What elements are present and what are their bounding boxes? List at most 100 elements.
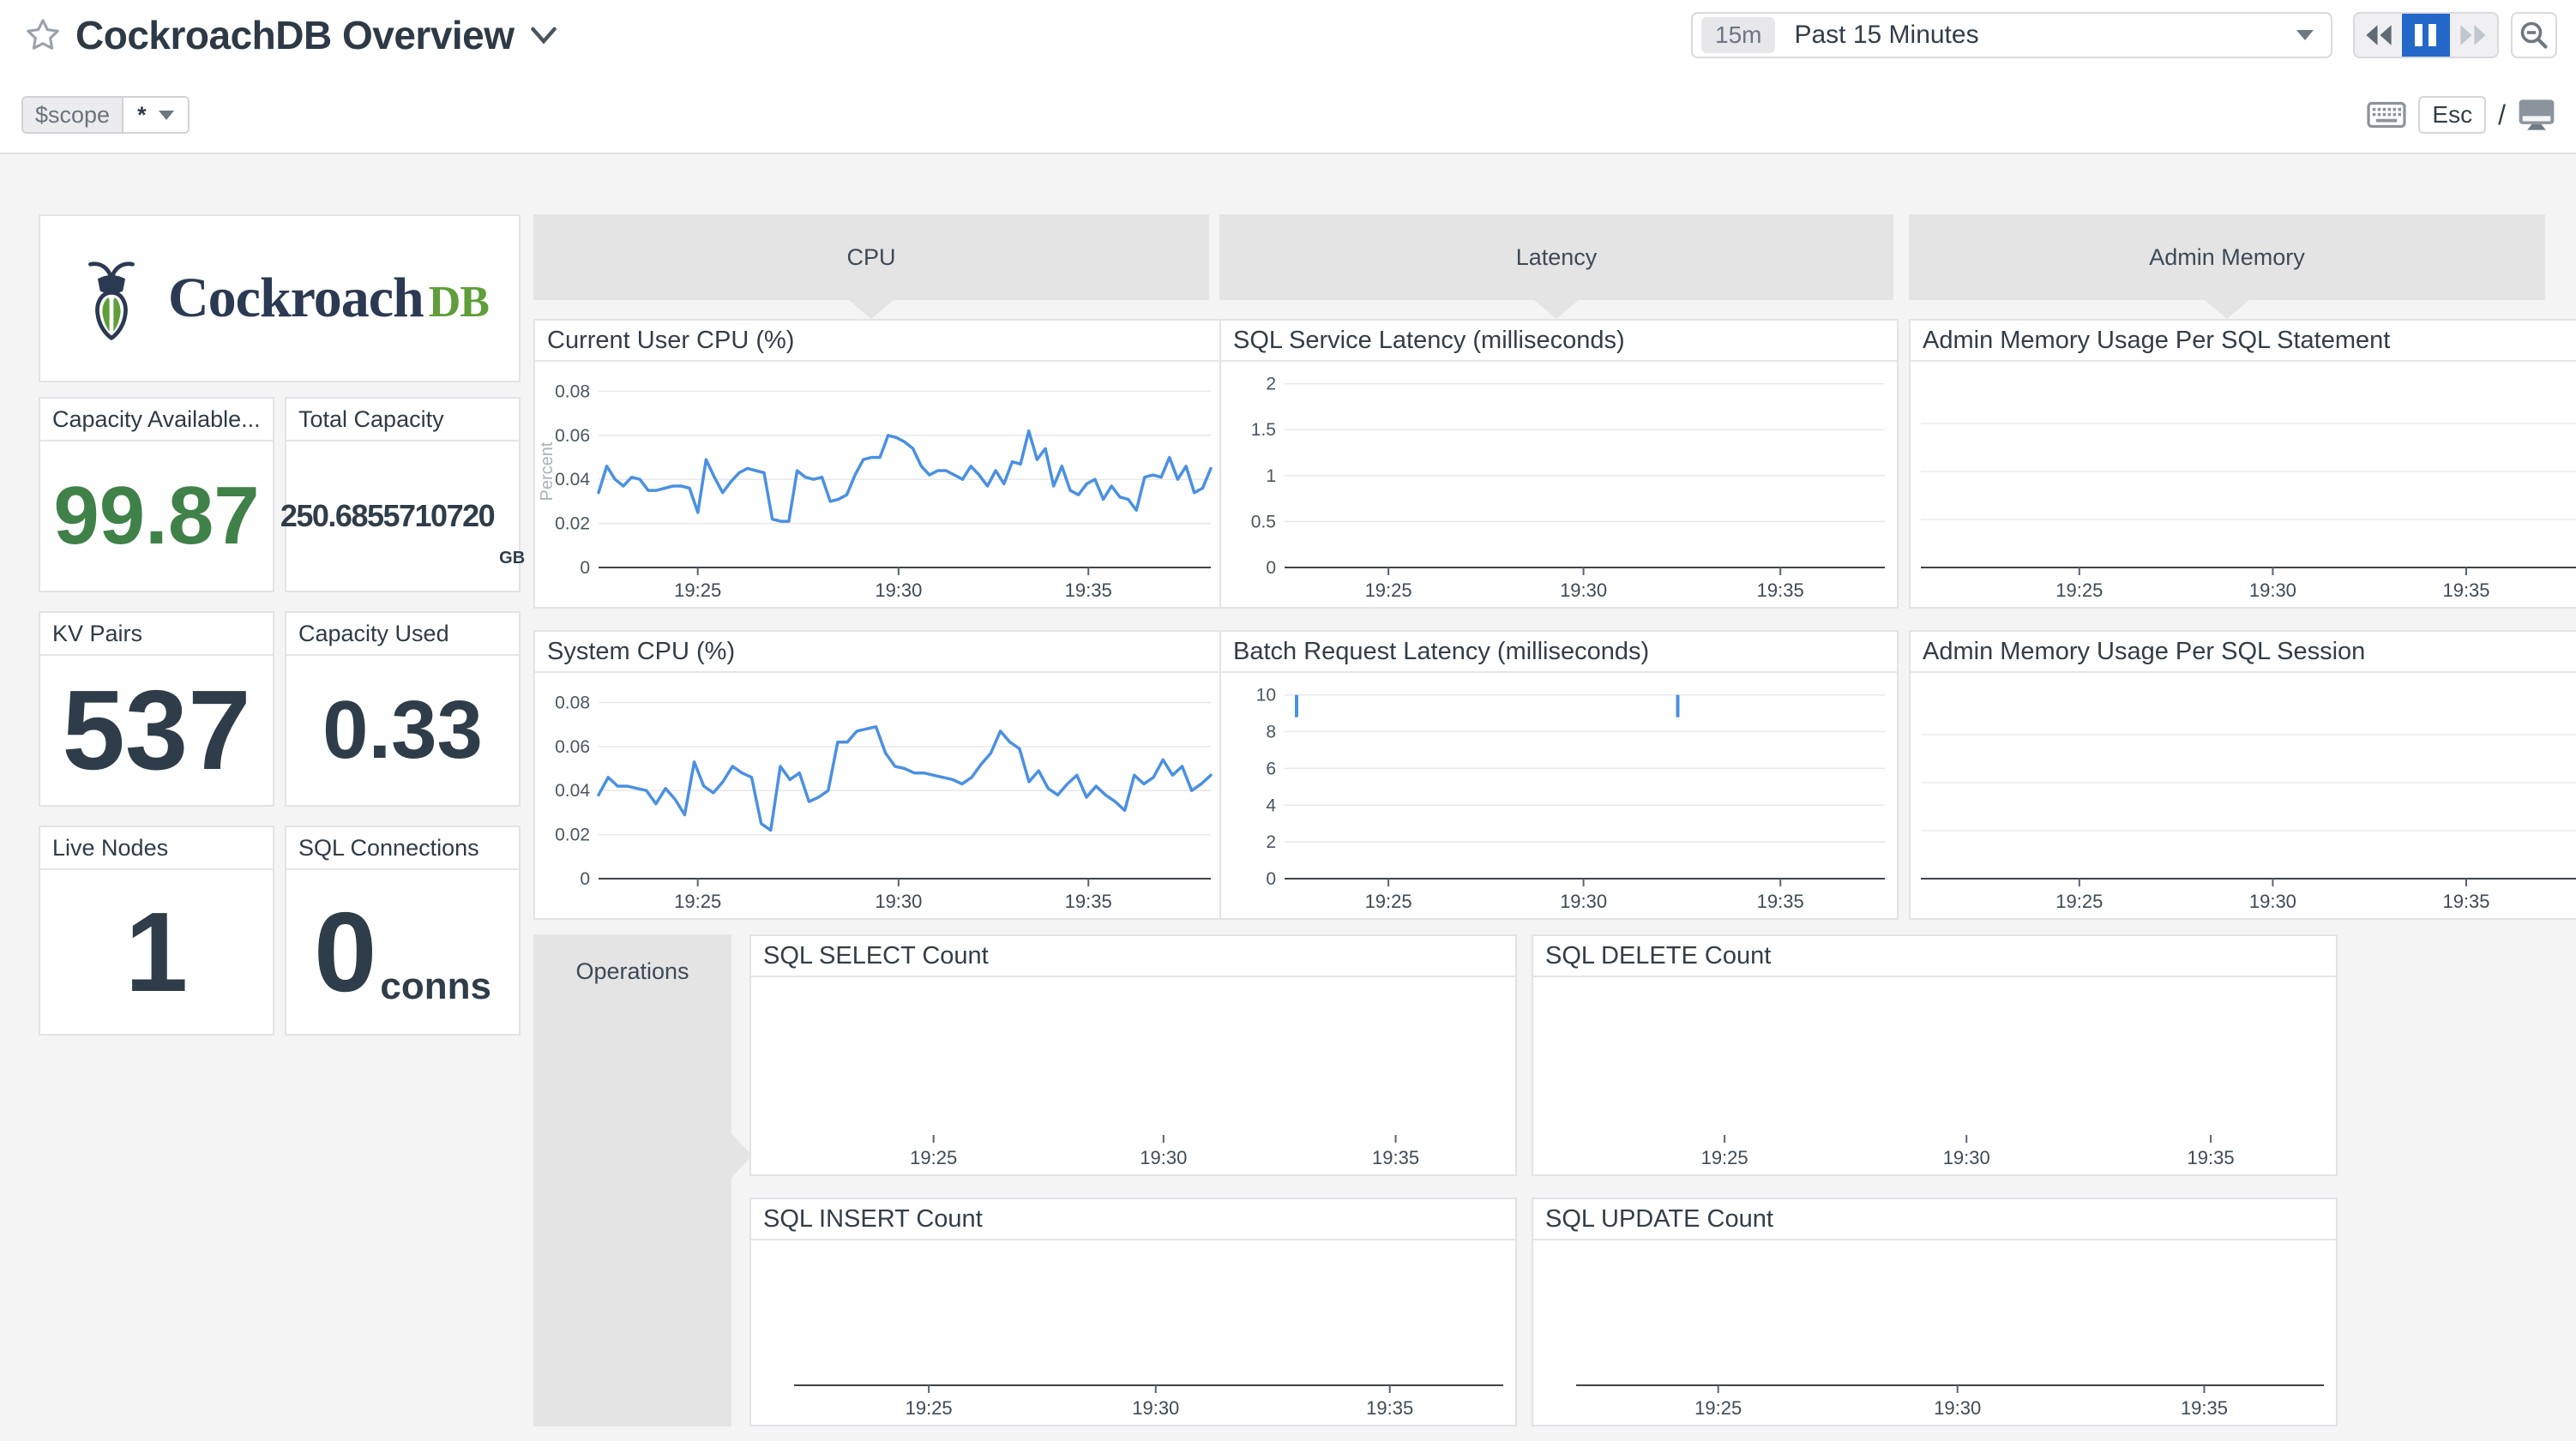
svg-text:1: 1: [1266, 466, 1276, 486]
chart-card-current-user-cpu: Current User CPU (%) 0 0.02 0.04 0.06 0.08 19…: [533, 319, 1225, 609]
stat-card-sql-connections: SQL Connections 0conns: [285, 826, 521, 1036]
svg-text:19:30: 19:30: [1934, 1397, 1981, 1419]
chart-card-batch-request-latency: Batch Request Latency (milliseconds) 024…: [1219, 630, 1899, 920]
svg-text:19:30: 19:30: [1132, 1397, 1179, 1419]
group-header-cpu[interactable]: CPU: [533, 214, 1209, 300]
template-variable-value: *: [137, 102, 147, 129]
chart-canvas-sql-insert-count[interactable]: 19:2519:3019:35: [751, 1240, 1515, 1425]
time-range-picker[interactable]: 15m Past 15 Minutes: [1691, 12, 2332, 58]
stat-label: SQL Connections: [286, 827, 519, 870]
pause-button[interactable]: [2402, 14, 2449, 57]
chart-canvas-batch-request-latency[interactable]: 024681019:2519:3019:35: [1221, 673, 1897, 918]
stat-value-sql-connections: 0: [314, 896, 376, 1009]
chart-canvas-sql-delete-count[interactable]: 19:2519:3019:35: [1533, 977, 2336, 1174]
pause-icon: [2415, 24, 2423, 46]
svg-text:0.02: 0.02: [555, 826, 590, 845]
stat-unit: conns: [380, 965, 491, 1008]
group-pointer: [849, 300, 894, 319]
tv-mode-icon[interactable]: [2518, 99, 2555, 131]
svg-text:19:35: 19:35: [1757, 891, 1804, 912]
svg-text:0: 0: [580, 869, 590, 889]
svg-text:19:35: 19:35: [1065, 579, 1112, 601]
svg-text:19:25: 19:25: [906, 1397, 953, 1419]
svg-text:19:25: 19:25: [2055, 579, 2103, 601]
chart-title: System CPU (%): [535, 632, 1223, 673]
template-variable-scope[interactable]: $scope *: [21, 96, 190, 134]
stat-value-kv-pairs: 537: [62, 674, 250, 787]
time-picker-caret-icon: [2296, 30, 2314, 40]
chart-title: SQL INSERT Count: [751, 1199, 1515, 1240]
chart-canvas-admin-memory-per-session[interactable]: 19:25 19:30 19:35: [1911, 673, 2576, 918]
fast-forward-button[interactable]: [2450, 14, 2497, 57]
dashboard-screen: CockroachDB Overview 15m Past 15 Minutes: [0, 0, 2576, 1441]
group-label: Operations: [533, 958, 731, 985]
svg-text:19:30: 19:30: [1140, 1147, 1187, 1168]
svg-text:0.08: 0.08: [555, 381, 590, 401]
svg-text:6: 6: [1266, 759, 1276, 778]
top-bar: CockroachDB Overview 15m Past 15 Minutes: [0, 0, 2576, 154]
stat-value-live-nodes: 1: [125, 896, 188, 1009]
svg-text:10: 10: [1256, 686, 1276, 705]
stat-label: Live Nodes: [40, 827, 273, 870]
svg-text:0: 0: [1266, 558, 1276, 578]
svg-text:19:35: 19:35: [2181, 1397, 2228, 1419]
chart-title: SQL Service Latency (milliseconds): [1221, 321, 1897, 362]
favorite-star-icon[interactable]: [24, 16, 62, 54]
svg-text:19:25: 19:25: [1365, 579, 1412, 601]
svg-text:19:35: 19:35: [1372, 1147, 1419, 1168]
svg-text:19:25: 19:25: [674, 891, 721, 912]
stat-unit: GB: [499, 549, 525, 568]
svg-text:19:25: 19:25: [1694, 1397, 1742, 1419]
chart-title: Admin Memory Usage Per SQL Session: [1911, 632, 2576, 673]
stat-card-capacity-used: Capacity Used 0.33: [285, 611, 521, 807]
svg-text:0.04: 0.04: [555, 470, 590, 489]
chart-canvas-admin-memory-per-statement[interactable]: 19:2519:3019:35: [1911, 362, 2576, 607]
group-header-admin-memory[interactable]: Admin Memory: [1909, 214, 2545, 300]
chart-card-sql-select-count: SQL SELECT Count 19:2519:3019:35: [749, 934, 1517, 1176]
chart-canvas-system-cpu[interactable]: 00.020.040.060.0819:2519:3019:35: [535, 673, 1223, 918]
chart-title: Current User CPU (%): [535, 321, 1223, 362]
svg-text:0.02: 0.02: [555, 514, 590, 534]
chart-card-sql-service-latency: SQL Service Latency (milliseconds) 0 0.5 1…: [1219, 319, 1899, 609]
group-header-operations[interactable]: Operations: [533, 934, 731, 1426]
svg-text:19:30: 19:30: [2249, 891, 2296, 912]
logo-wordmark: Cockroach: [168, 267, 424, 329]
svg-text:0.5: 0.5: [1251, 512, 1276, 531]
chart-canvas-current-user-cpu[interactable]: 00.020.040.060.0819:2519:3019:35Percent: [535, 362, 1223, 607]
svg-text:Percent: Percent: [538, 441, 557, 501]
stat-label: KV Pairs: [40, 613, 273, 656]
svg-text:19:25: 19:25: [1701, 1147, 1748, 1168]
chart-canvas-sql-update-count[interactable]: 19:25 19:30 19:35: [1533, 1240, 2336, 1425]
chart-canvas-sql-service-latency[interactable]: 00.511.5219:2519:3019:35: [1221, 362, 1897, 607]
time-range-label: Past 15 Minutes: [1794, 21, 1978, 50]
template-variable-name: $scope: [23, 98, 122, 132]
svg-text:19:30: 19:30: [2249, 579, 2296, 601]
stat-label: Capacity Available...: [40, 399, 273, 441]
scope-caret-icon: [159, 111, 174, 120]
svg-text:19:35: 19:35: [1065, 891, 1112, 912]
group-header-latency[interactable]: Latency: [1219, 214, 1893, 300]
stat-value-total-capacity: 250.6855710720: [280, 501, 494, 531]
cockroachdb-logo-card: CockroachDB: [39, 214, 521, 382]
chart-card-sql-delete-count: SQL DELETE Count 19:2519:3019:35: [1532, 934, 2338, 1176]
chart-title: SQL DELETE Count: [1533, 936, 2336, 977]
stat-label: Total Capacity: [286, 399, 519, 441]
chart-title: SQL SELECT Count: [751, 936, 1515, 977]
chart-card-sql-insert-count: SQL INSERT Count 19:2519:3019:35: [749, 1198, 1517, 1426]
group-label: CPU: [846, 244, 895, 271]
rewind-button[interactable]: [2355, 14, 2402, 57]
chart-canvas-sql-select-count[interactable]: 19:2519:3019:35: [751, 977, 1515, 1174]
svg-text:0.08: 0.08: [555, 693, 590, 712]
logo-accent: DB: [429, 278, 489, 327]
svg-text:19:25: 19:25: [2055, 891, 2103, 912]
svg-text:8: 8: [1266, 723, 1276, 742]
group-label: Admin Memory: [2149, 244, 2305, 271]
svg-text:0.06: 0.06: [555, 426, 590, 446]
stat-label: Capacity Used: [286, 613, 519, 656]
zoom-out-button[interactable]: [2511, 12, 2557, 58]
chart-title: Admin Memory Usage Per SQL Statement: [1911, 321, 2576, 362]
svg-text:0: 0: [580, 558, 590, 578]
title-dropdown-chevron-icon[interactable]: [528, 23, 559, 47]
keyboard-shortcuts-icon[interactable]: [2367, 100, 2406, 129]
svg-text:19:35: 19:35: [2442, 891, 2489, 912]
